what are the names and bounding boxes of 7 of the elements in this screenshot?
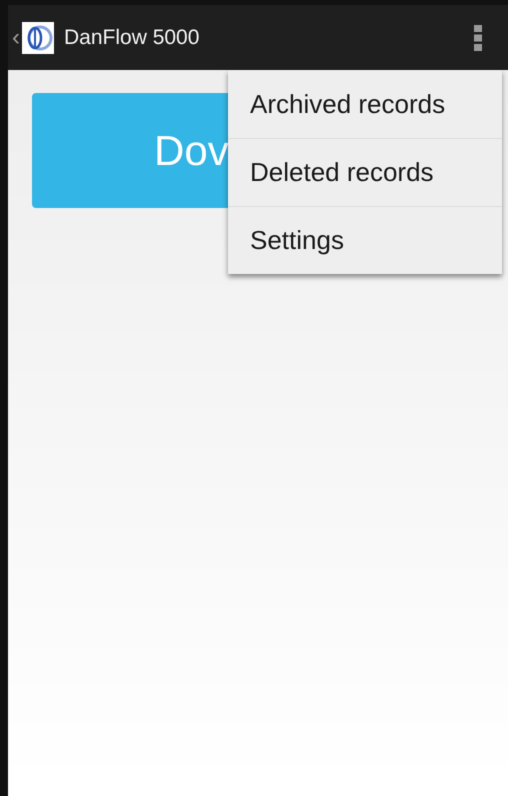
menu-item[interactable]: Settings [228, 206, 502, 274]
overflow-menu-icon[interactable] [474, 24, 482, 50]
menu-item[interactable]: Deleted records [228, 138, 502, 206]
app-title: DanFlow 5000 [64, 26, 200, 50]
back-caret[interactable]: ‹ [12, 24, 20, 52]
menu-item[interactable]: Archived records [228, 70, 502, 138]
app-logo-icon [22, 22, 54, 54]
